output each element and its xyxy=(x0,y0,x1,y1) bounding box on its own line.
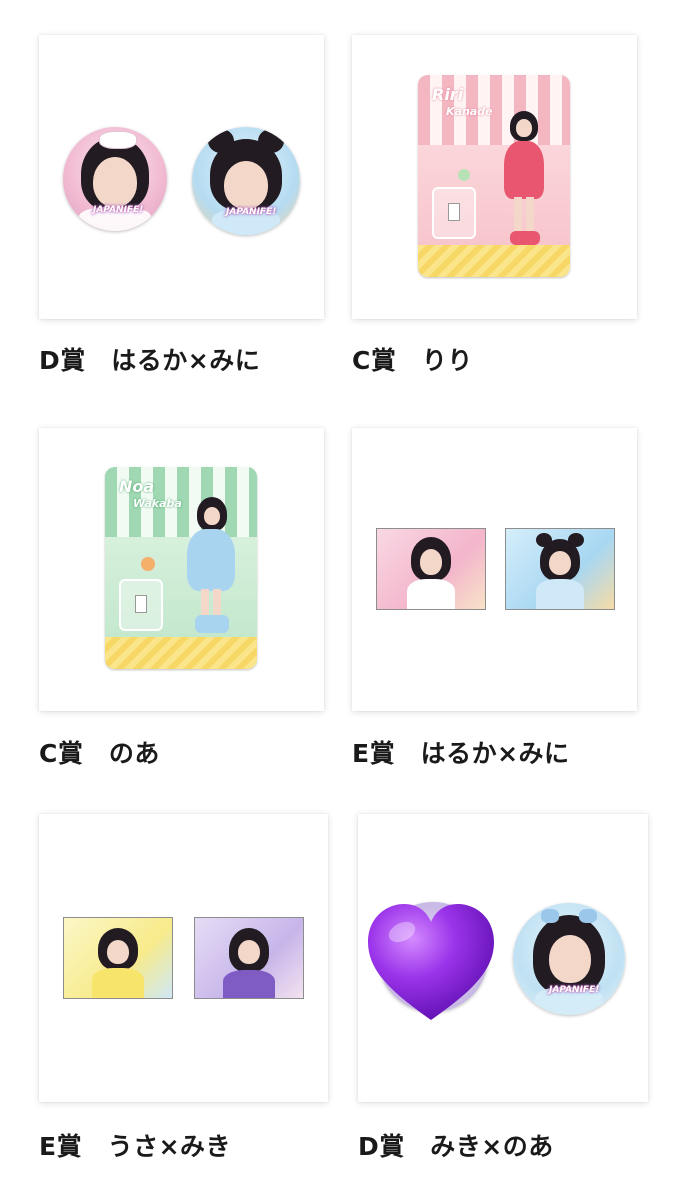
prize-grid: JAPANIFE! JAPANIFE! D賞 はるか×みに Riri Kanad… xyxy=(0,0,675,1200)
prize-label-c-riri: C賞 りり xyxy=(352,346,473,375)
acrylic-stand-riri: Riri Kanade xyxy=(418,75,570,277)
photo-card-haruka xyxy=(376,528,486,610)
stand-surname-riri: Kanade xyxy=(446,105,493,118)
prize-label-d-miki-noa: D賞 みき×のあ xyxy=(358,1132,554,1161)
stand-name-noa: Noa xyxy=(119,477,155,496)
prize-card-c-riri[interactable]: Riri Kanade xyxy=(352,35,637,319)
photo-card-mini xyxy=(505,528,615,610)
prize-card-c-noa[interactable]: Noa Wakaba xyxy=(39,428,324,711)
can-badge-haruka: JAPANIFE! xyxy=(63,127,167,231)
photo-card-miki xyxy=(194,917,304,999)
badge-logo-text: JAPANIFE! xyxy=(549,985,600,995)
can-badge-mini: JAPANIFE! xyxy=(192,127,300,235)
purple-heart-icon xyxy=(368,904,494,1020)
prize-label-c-noa: C賞 のあ xyxy=(39,739,160,768)
acrylic-stand-noa: Noa Wakaba xyxy=(105,467,257,669)
stand-name-riri: Riri xyxy=(432,85,464,104)
stand-surname-noa: Wakaba xyxy=(133,497,182,510)
prize-card-e-haruka-mini[interactable] xyxy=(352,428,637,711)
prize-card-e-usa-miki[interactable] xyxy=(39,814,328,1102)
can-badge-noa: JAPANIFE! xyxy=(513,903,625,1015)
badge-logo-text: JAPANIFE! xyxy=(93,205,144,215)
prize-card-d-miki-noa[interactable]: JAPANIFE! xyxy=(358,814,648,1102)
prize-card-d-haruka-mini[interactable]: JAPANIFE! JAPANIFE! xyxy=(39,35,324,319)
prize-label-d-haruka-mini: D賞 はるか×みに xyxy=(39,346,261,375)
badge-logo-text: JAPANIFE! xyxy=(226,207,277,217)
photo-card-usa xyxy=(63,917,173,999)
prize-label-e-haruka-mini: E賞 はるか×みに xyxy=(352,739,570,768)
prize-label-e-usa-miki: E賞 うさ×みき xyxy=(39,1132,232,1161)
